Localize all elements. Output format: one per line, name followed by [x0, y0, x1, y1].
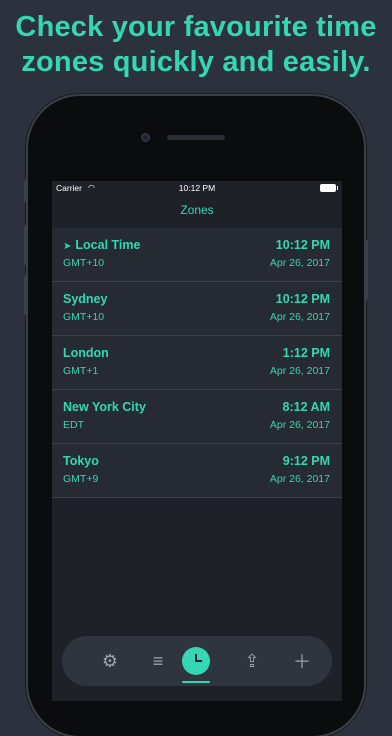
zone-time: 8:12 AM: [282, 400, 330, 414]
zone-city: Local Time: [75, 238, 141, 252]
zone-time: 1:12 PM: [282, 346, 330, 360]
app-screen: Carrier ◠ 10:12 PM Zones ➤ Local Time GMT…: [52, 181, 342, 701]
zone-time: 10:12 PM: [275, 238, 330, 252]
selected-tab-indicator: [182, 681, 210, 683]
zone-city: Tokyo: [63, 454, 99, 468]
location-arrow-icon: ➤: [63, 241, 72, 252]
zone-row-local-time[interactable]: ➤ Local Time GMT+10 10:12 PM Apr 26, 2017: [52, 228, 342, 282]
gear-icon: ⚙: [101, 650, 119, 671]
tab-add[interactable]: ＋: [282, 636, 322, 686]
zone-date: Apr 26, 2017: [269, 257, 330, 269]
tab-bar: ⚙ ≡ ⇪ ＋: [62, 636, 332, 686]
zone-offset: GMT+9: [63, 473, 99, 485]
headline: Check your favourite time zones quickly …: [0, 10, 392, 80]
status-bar: Carrier ◠ 10:12 PM: [52, 181, 342, 195]
volume-up-button: [24, 225, 28, 265]
zone-row-new-york-city[interactable]: New York City EDT 8:12 AM Apr 26, 2017: [52, 390, 342, 444]
share-icon: ⇪: [244, 650, 260, 671]
zone-date: Apr 26, 2017: [269, 419, 330, 431]
zone-row-sydney[interactable]: Sydney GMT+10 10:12 PM Apr 26, 2017: [52, 282, 342, 336]
zone-offset: GMT+1: [63, 365, 99, 377]
tab-share[interactable]: ⇪: [232, 636, 272, 686]
clock-icon: [182, 647, 210, 675]
zones-list: ➤ Local Time GMT+10 10:12 PM Apr 26, 2017…: [52, 228, 342, 498]
zone-offset: EDT: [63, 419, 84, 431]
mute-switch: [24, 180, 28, 202]
power-button: [364, 240, 368, 300]
battery-icon: [320, 184, 338, 192]
plus-icon: ＋: [293, 652, 311, 672]
headline-line-2: zones quickly and easily.: [21, 46, 371, 78]
zone-date: Apr 26, 2017: [269, 365, 330, 377]
zone-row-london[interactable]: London GMT+1 1:12 PM Apr 26, 2017: [52, 336, 342, 390]
earpiece-speaker: [167, 135, 225, 140]
nav-title: Zones: [180, 203, 214, 217]
zone-date: Apr 26, 2017: [269, 311, 330, 323]
zone-city: Sydney: [63, 292, 108, 306]
tab-settings[interactable]: ⚙: [90, 636, 130, 686]
tab-zones[interactable]: [176, 636, 216, 686]
zone-offset: GMT+10: [63, 257, 105, 269]
status-time: 10:12 PM: [178, 183, 216, 193]
zone-row-tokyo[interactable]: Tokyo GMT+9 9:12 PM Apr 26, 2017: [52, 444, 342, 498]
tab-list[interactable]: ≡: [138, 636, 178, 686]
front-camera: [141, 133, 150, 142]
volume-down-button: [24, 275, 28, 315]
zone-city: New York City: [63, 400, 146, 414]
zone-time: 10:12 PM: [275, 292, 330, 306]
zone-city: London: [63, 346, 109, 360]
zone-date: Apr 26, 2017: [269, 473, 330, 485]
zone-offset: GMT+10: [63, 311, 105, 323]
headline-line-1: Check your favourite time: [15, 11, 377, 43]
list-icon: ≡: [152, 650, 164, 671]
zone-time: 9:12 PM: [282, 454, 330, 468]
